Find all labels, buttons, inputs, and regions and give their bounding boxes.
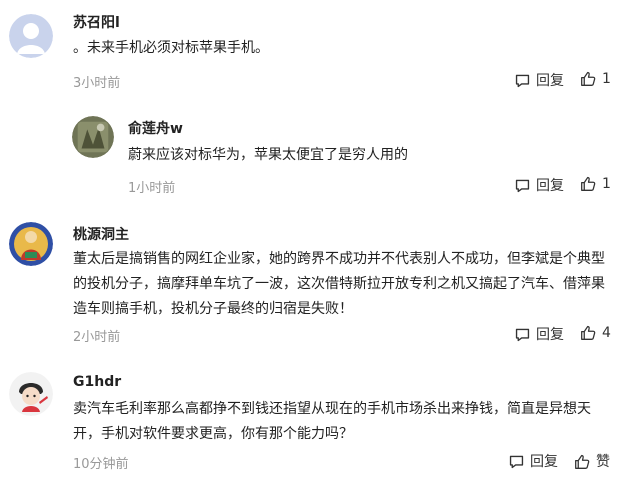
like-button[interactable]: 1: [580, 70, 611, 87]
like-count: 赞: [596, 454, 610, 470]
like-button[interactable]: 4: [580, 324, 611, 341]
avatar[interactable]: [9, 14, 53, 58]
comment-time: 2小时前: [73, 330, 121, 345]
comment-author[interactable]: 桃源洞主: [73, 224, 129, 244]
comment-bubble-icon: [515, 179, 530, 192]
thumbs-up-icon: [581, 71, 596, 86]
like-button[interactable]: 1: [580, 175, 611, 192]
like-count: 1: [602, 70, 611, 87]
comment-text: 卖汽车毛利率那么高都挣不到钱还指望从现在的手机市场杀出来挣钱，简直是异想天开，手…: [73, 401, 591, 442]
comment-time: 3小时前: [73, 76, 121, 91]
thumbs-up-icon: [575, 454, 590, 469]
comment-text: 蔚来应该对标华为，苹果太便宜了是穷人用的: [128, 147, 408, 163]
comment-author[interactable]: 苏召阳l: [73, 12, 120, 32]
comment-bubble-icon: [509, 455, 524, 468]
like-count: 4: [602, 324, 611, 341]
reply-button[interactable]: 回复: [514, 324, 564, 344]
comment-time: 1小时前: [128, 181, 176, 196]
reply-button[interactable]: 回复: [508, 451, 558, 471]
comment-bubble-icon: [515, 328, 530, 341]
like-count: 1: [602, 175, 611, 192]
comment-author[interactable]: G1hdr: [73, 374, 121, 390]
reply-label: 回复: [536, 178, 564, 194]
avatar[interactable]: [9, 222, 53, 266]
like-button[interactable]: 赞: [574, 451, 610, 471]
reply-label: 回复: [536, 327, 564, 343]
reply-button[interactable]: 回复: [514, 70, 564, 90]
comment-text: 。未来手机必须对标苹果手机。: [73, 40, 269, 56]
comment-bubble-icon: [515, 74, 530, 87]
avatar[interactable]: [9, 372, 53, 416]
comment-time: 10分钟前: [73, 457, 129, 472]
comment-author[interactable]: 俞莲舟w: [128, 118, 183, 138]
reply-button[interactable]: 回复: [514, 175, 564, 195]
thumbs-up-icon: [581, 325, 596, 340]
reply-label: 回复: [530, 454, 558, 470]
avatar[interactable]: [72, 116, 114, 158]
thumbs-up-icon: [581, 176, 596, 191]
comment-text: 董太后是搞销售的网红企业家，她的跨界不成功并不代表别人不成功，但李斌是个典型的投…: [73, 251, 605, 317]
reply-label: 回复: [536, 73, 564, 89]
